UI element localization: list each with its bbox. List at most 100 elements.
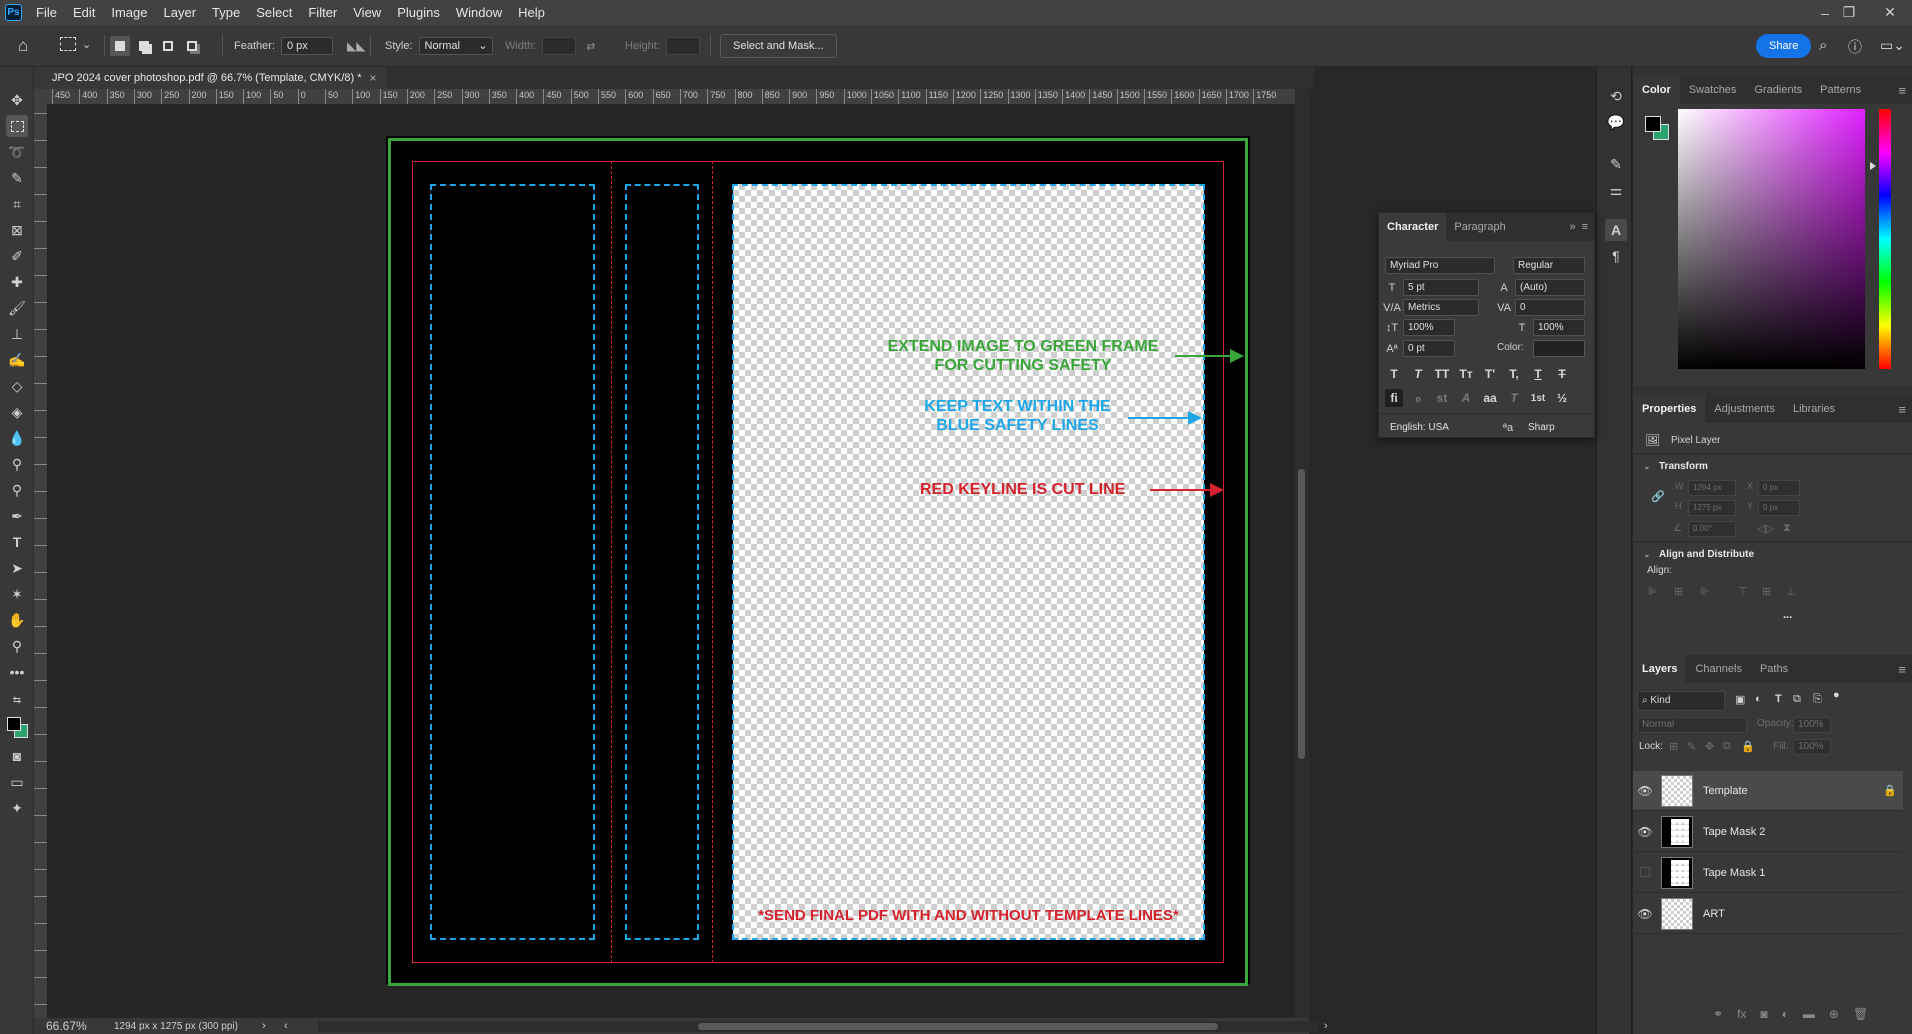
- opacity-field[interactable]: 100%: [1793, 717, 1831, 733]
- tab-color[interactable]: Color: [1633, 76, 1680, 104]
- vertical-ruler[interactable]: [34, 105, 48, 1024]
- language-select[interactable]: English: USA: [1385, 419, 1495, 436]
- eraser-tool-icon[interactable]: ◇: [6, 375, 28, 397]
- close-tab-icon[interactable]: ×: [370, 71, 377, 85]
- layer-row-template[interactable]: 👁 Template 🔒: [1633, 771, 1903, 811]
- chevron-down-icon[interactable]: ⌄: [1643, 461, 1651, 472]
- spot-healing-tool-icon[interactable]: ✚: [6, 271, 28, 293]
- tab-layers[interactable]: Layers: [1633, 655, 1687, 683]
- horizontal-scale-input[interactable]: 100%: [1533, 319, 1585, 336]
- style-select[interactable]: Normal ⌄: [418, 37, 493, 55]
- vertical-scroll-thumb[interactable]: [1298, 469, 1305, 759]
- link-layers-icon[interactable]: ⚭: [1713, 1007, 1723, 1021]
- tab-properties[interactable]: Properties: [1633, 395, 1706, 423]
- status-menu-arrow-icon[interactable]: ›: [262, 1020, 266, 1032]
- kerning-select[interactable]: Metrics: [1403, 299, 1479, 316]
- clone-stamp-tool-icon[interactable]: ⊥: [6, 323, 28, 345]
- layer-name[interactable]: Tape Mask 2: [1703, 826, 1903, 838]
- quick-selection-tool-icon[interactable]: ✎: [6, 167, 28, 189]
- horizontal-scroll-thumb[interactable]: [698, 1023, 1218, 1030]
- lock-transparent-icon[interactable]: ⊞: [1669, 740, 1678, 753]
- paragraph-panel-icon[interactable]: ¶: [1605, 245, 1627, 267]
- color-field[interactable]: [1678, 109, 1865, 369]
- filter-toggle-icon[interactable]: ●: [1833, 689, 1840, 701]
- foreground-color-swatch[interactable]: [7, 717, 21, 731]
- intersect-selection-icon[interactable]: [182, 36, 202, 56]
- menu-file[interactable]: File: [28, 0, 65, 25]
- menu-view[interactable]: View: [345, 0, 389, 25]
- menu-help[interactable]: Help: [510, 0, 553, 25]
- baseline-shift-input[interactable]: 0 pt: [1403, 340, 1455, 357]
- menu-window[interactable]: Window: [448, 0, 510, 25]
- underline-button[interactable]: T: [1529, 365, 1547, 383]
- scroll-right-icon[interactable]: ›: [1324, 1020, 1328, 1032]
- width-field[interactable]: 1294 px: [1688, 480, 1736, 496]
- menu-type[interactable]: Type: [204, 0, 248, 25]
- search-icon[interactable]: ⌕: [1819, 37, 1827, 54]
- panel-menu-icon[interactable]: ≡: [1898, 662, 1906, 677]
- workspace-icon[interactable]: ▭⌄: [1880, 37, 1905, 54]
- tab-paths[interactable]: Paths: [1751, 655, 1797, 683]
- swap-icon[interactable]: ⇄: [586, 40, 595, 53]
- vertical-scrollbar[interactable]: [1295, 89, 1309, 1018]
- faux-bold-button[interactable]: T: [1385, 365, 1403, 383]
- link-icon[interactable]: 🔗: [1651, 490, 1665, 503]
- comments-icon[interactable]: 💬: [1605, 111, 1627, 133]
- faux-italic-button[interactable]: T: [1409, 365, 1427, 383]
- new-adjustment-icon[interactable]: ◐: [1782, 1007, 1789, 1021]
- frame-tool-icon[interactable]: ⊠: [6, 219, 28, 241]
- crop-tool-icon[interactable]: ⌗: [6, 193, 28, 215]
- ruler-origin[interactable]: [34, 89, 48, 105]
- generative-icon[interactable]: ✦: [6, 797, 28, 819]
- tab-paragraph[interactable]: Paragraph: [1446, 213, 1513, 241]
- stylistic-alternates-button[interactable]: A: [1457, 389, 1475, 407]
- swap-colors-icon[interactable]: ⇆: [6, 689, 28, 711]
- collapse-icon[interactable]: »: [1569, 221, 1575, 233]
- new-selection-icon[interactable]: [110, 36, 130, 56]
- swash-button[interactable]: st: [1433, 389, 1451, 407]
- menu-select[interactable]: Select: [248, 0, 300, 25]
- help-icon[interactable]: ⓘ: [1848, 37, 1862, 57]
- horizontal-ruler[interactable]: 450 400 350 300 250 200 150 100 50 0 50 100 150 200 25…: [48, 89, 1295, 105]
- rectangular-marquee-tool-icon[interactable]: [6, 115, 28, 137]
- filter-pixel-icon[interactable]: ▣: [1735, 693, 1745, 706]
- pen-tool-icon[interactable]: ✒: [6, 505, 28, 527]
- antialias-select[interactable]: Sharp: [1523, 419, 1585, 436]
- new-group-icon[interactable]: ▬: [1803, 1007, 1815, 1021]
- lock-position-icon[interactable]: ✥: [1705, 740, 1714, 753]
- marquee-preset-icon[interactable]: ⌄: [60, 37, 91, 51]
- menu-image[interactable]: Image: [103, 0, 155, 25]
- align-vertical-center-icon[interactable]: ⊞: [1762, 585, 1771, 598]
- select-and-mask-button[interactable]: Select and Mask...: [720, 34, 837, 58]
- superscript-button[interactable]: T': [1481, 365, 1499, 383]
- width-input[interactable]: [542, 37, 577, 55]
- document-tab[interactable]: JPO 2024 cover photoshop.pdf @ 66.7% (Te…: [34, 67, 387, 89]
- more-options-icon[interactable]: ...: [1783, 609, 1792, 621]
- fractions-button[interactable]: ½: [1553, 389, 1571, 407]
- ordinals-button[interactable]: 1st: [1529, 389, 1547, 407]
- font-family-select[interactable]: Myriad Pro: [1385, 257, 1495, 274]
- align-right-icon[interactable]: ⊪: [1700, 585, 1710, 598]
- lock-all-icon[interactable]: 🔒: [1741, 740, 1755, 753]
- leading-input[interactable]: (Auto): [1515, 279, 1585, 296]
- visibility-off-icon[interactable]: [1633, 866, 1657, 880]
- zoom-level[interactable]: 66.67%: [46, 1019, 102, 1033]
- horizontal-scrollbar[interactable]: [318, 1021, 1318, 1032]
- eyedropper-tool-icon[interactable]: ✐: [6, 245, 28, 267]
- tab-patterns[interactable]: Patterns: [1811, 76, 1870, 104]
- quick-mask-icon[interactable]: ◙: [6, 745, 28, 767]
- filter-type-icon[interactable]: T: [1775, 693, 1782, 705]
- flip-horizontal-icon[interactable]: ◁▷: [1757, 522, 1774, 535]
- y-field[interactable]: 0 px: [1758, 500, 1800, 516]
- ligatures-button[interactable]: fi: [1385, 389, 1403, 407]
- new-layer-icon[interactable]: ⊕: [1829, 1007, 1839, 1021]
- hand-tool-icon[interactable]: ✋: [6, 609, 28, 631]
- screen-mode-icon[interactable]: ▭: [6, 771, 28, 793]
- contextual-alternates-button[interactable]: T: [1505, 389, 1523, 407]
- text-color-swatch[interactable]: [1533, 340, 1585, 357]
- tab-character[interactable]: Character: [1379, 213, 1447, 241]
- path-selection-tool-icon[interactable]: ➤: [6, 557, 28, 579]
- layer-filter-select[interactable]: ⌕ Kind: [1637, 691, 1725, 711]
- filter-shape-icon[interactable]: ⧉: [1793, 693, 1801, 706]
- close-window-button[interactable]: ✕: [1868, 0, 1912, 25]
